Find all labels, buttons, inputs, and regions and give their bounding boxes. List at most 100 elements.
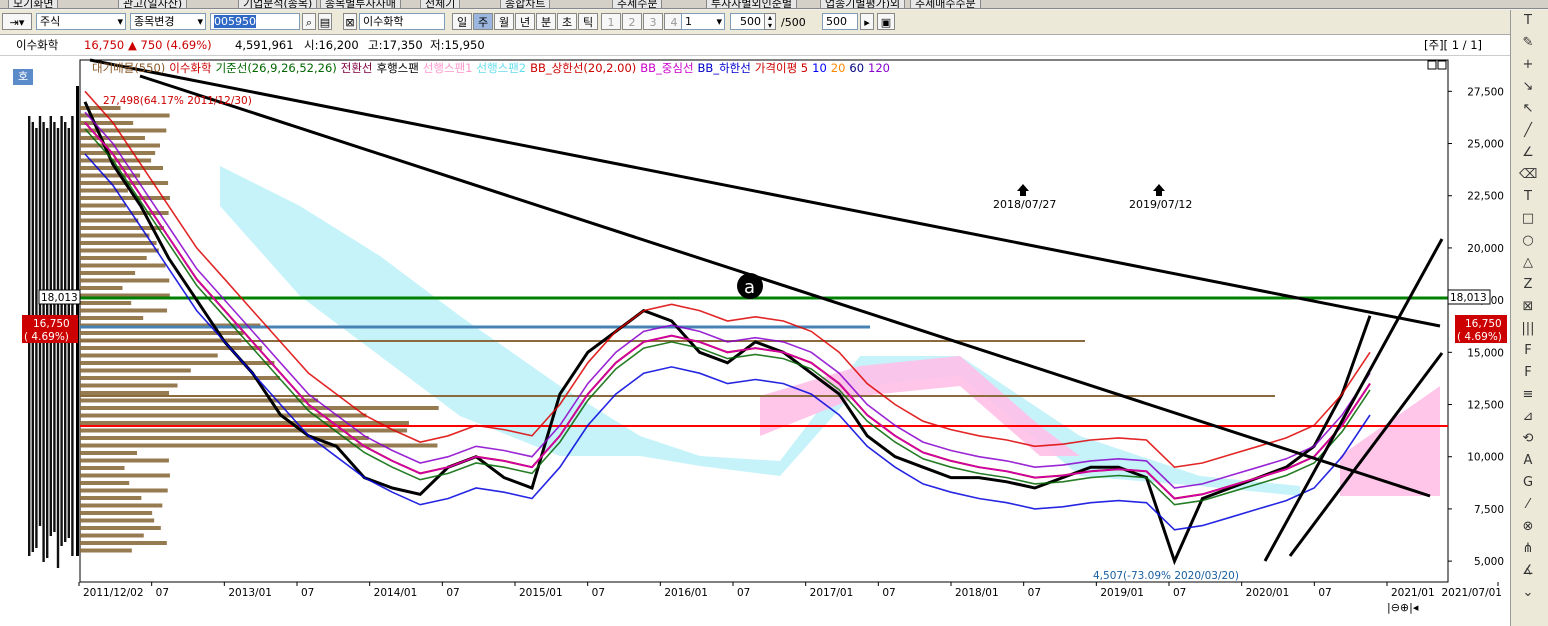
period-button[interactable]: 일 [452,13,472,30]
window-tab[interactable]: 업종기별평가)외 [820,0,906,8]
y-tick-label: 12,500 [1467,400,1504,412]
period-button[interactable]: 월 [494,13,514,30]
legend-item[interactable]: BB_하한선 [698,61,751,75]
pitchfork-icon[interactable]: ⁄ [1519,496,1537,514]
window-tab[interactable]: 기업분석(종목) [238,0,318,8]
window-tab[interactable]: 종목별투자자매 [320,0,401,8]
legend-item[interactable]: 60 [849,61,864,75]
angle2-icon[interactable]: ∡ [1519,562,1537,580]
maximize-icon[interactable] [1427,60,1437,70]
period-button[interactable]: 초 [557,13,577,30]
volume-profile-bar [80,466,125,470]
legend-item[interactable]: 기준선(26,9,26,52,26) [216,61,337,75]
zigzag-icon[interactable]: Z [1519,276,1537,294]
text-icon[interactable]: T [1519,188,1537,206]
x-tick-label: 2015/01 [519,587,563,599]
legend-item[interactable]: BB_상한선(20,2.00) [530,61,636,75]
nav-arrows-button[interactable]: ⇥▾ [2,13,32,30]
window-tab[interactable]: 모기화면 [8,0,59,8]
save-icon[interactable]: ▣ [877,13,895,30]
close-icon[interactable] [1437,60,1447,70]
x-tick-label: 07 [592,587,605,599]
bars-icon[interactable]: ||| [1519,320,1537,338]
count-input-2[interactable]: 500 [822,13,858,30]
volume-profile-bar [80,451,137,455]
interval-value: 1 [685,15,692,28]
circle-icon[interactable]: ○ [1519,232,1537,250]
stock-chart-svg[interactable]: 27,50025,00022,50020,00017,50015,00012,5… [0,56,1510,626]
open-price: 시:16,200 [304,38,359,52]
market-select-value: 주식 [40,15,61,28]
pen-icon[interactable]: ✎ [1519,34,1537,52]
x-tick-label: 07 [1173,587,1186,599]
box-icon[interactable]: ⊠ [1519,298,1537,316]
y-tick-label: 15,000 [1467,347,1504,359]
window-tab[interactable]: 투자자별외인순별 [706,0,797,8]
window-tab[interactable]: 관고(일자산) [118,0,188,8]
volume-profile-bar [80,376,280,380]
apply-icon[interactable]: ▸ [860,13,874,30]
stock-code-input[interactable]: 005950 [210,13,300,30]
cycle-icon[interactable]: ⟲ [1519,430,1537,448]
change-stock-select[interactable]: 종목변경 ▾ [130,13,206,30]
search-icon[interactable]: ⌕ [302,13,316,30]
period-button[interactable]: 분 [536,13,556,30]
market-select[interactable]: 주식 ▾ [36,13,126,30]
pattern-icon[interactable]: ⊗ [1519,518,1537,536]
select-icon[interactable]: ↖ [1519,100,1537,118]
line-tool-icon[interactable]: ╱ [1519,122,1537,140]
gann-icon[interactable]: ⊿ [1519,408,1537,426]
window-tab[interactable]: 추세수분 [612,0,663,8]
all-icon[interactable]: A [1519,452,1537,470]
legend-item[interactable]: 선행스팬1 [423,61,473,75]
period-button[interactable]: 주 [473,13,493,30]
text-tool-icon[interactable]: T [1519,12,1537,30]
zoom-controls-icon[interactable]: |⊖⊕|◂ [1387,601,1419,614]
volume-profile-bar [80,526,161,530]
x-tick-label: 2021/01 [1391,587,1435,599]
lock-icon[interactable]: ⊠ [343,13,357,30]
legend-item[interactable]: 대기매물(550) [92,61,165,75]
volume-profile-bar [80,286,123,290]
quick-slot-button[interactable]: 1 [601,13,621,30]
stock-name-field: 이수화학 [359,13,445,30]
triangle-icon[interactable]: △ [1519,254,1537,272]
legend-item[interactable]: BB_중심선 [640,61,693,75]
window-tab[interactable]: 추세매수수분 [910,0,981,8]
eraser-icon[interactable]: ⌫ [1519,166,1537,184]
period-button[interactable]: 틱 [578,13,598,30]
fan-icon[interactable]: ⋔ [1519,540,1537,558]
period-button[interactable]: 년 [515,13,535,30]
window-tab[interactable]: 종합차트 [500,0,551,8]
arrow-tool-icon[interactable]: ↘ [1519,78,1537,96]
window-tab[interactable]: 전체기 [420,0,461,8]
quick-slot-button[interactable]: 3 [643,13,663,30]
interval-select[interactable]: 1 ▾ [681,13,725,30]
channel-icon[interactable]: ≡ [1519,386,1537,404]
gann-grid-icon[interactable]: G [1519,474,1537,492]
spinner-icon[interactable]: ▴ ▾ [764,13,776,30]
count-value: 500 [740,15,761,28]
legend-item[interactable]: 10 [812,61,827,75]
legend-item[interactable]: 후행스팬 [377,61,419,75]
window-tab-strip: 모기화면 관고(일자산) 기업분석(종목) 종목별투자자매 전체기 종합차트 추세수분 투자자… [0,0,1548,9]
legend-item[interactable]: 전환선 [341,61,373,75]
fib-fan-icon[interactable]: F [1519,364,1537,382]
legend-item[interactable]: 20 [831,61,846,75]
legend-item[interactable]: 이수화학 [169,61,211,75]
legend-item[interactable]: 가격이평 5 [755,61,808,75]
volume-profile-bar [80,496,142,500]
angle-icon[interactable]: ∠ [1519,144,1537,162]
fibonacci-icon[interactable]: F [1519,342,1537,360]
legend-item[interactable]: 선행스팬2 [476,61,526,75]
more-icon[interactable]: ⌄ [1519,584,1537,602]
chart-icon[interactable]: ▤ [318,13,332,30]
volume-profile-bar [80,533,144,538]
volume-profile-bar [80,391,170,395]
legend-item[interactable]: 120 [868,61,890,75]
right-price-tag: 18,013 [1450,292,1487,304]
crosshair-icon[interactable]: + [1519,56,1537,74]
rectangle-icon[interactable]: □ [1519,210,1537,228]
quick-slot-button[interactable]: 2 [622,13,642,30]
volume-profile-bar [80,406,439,410]
